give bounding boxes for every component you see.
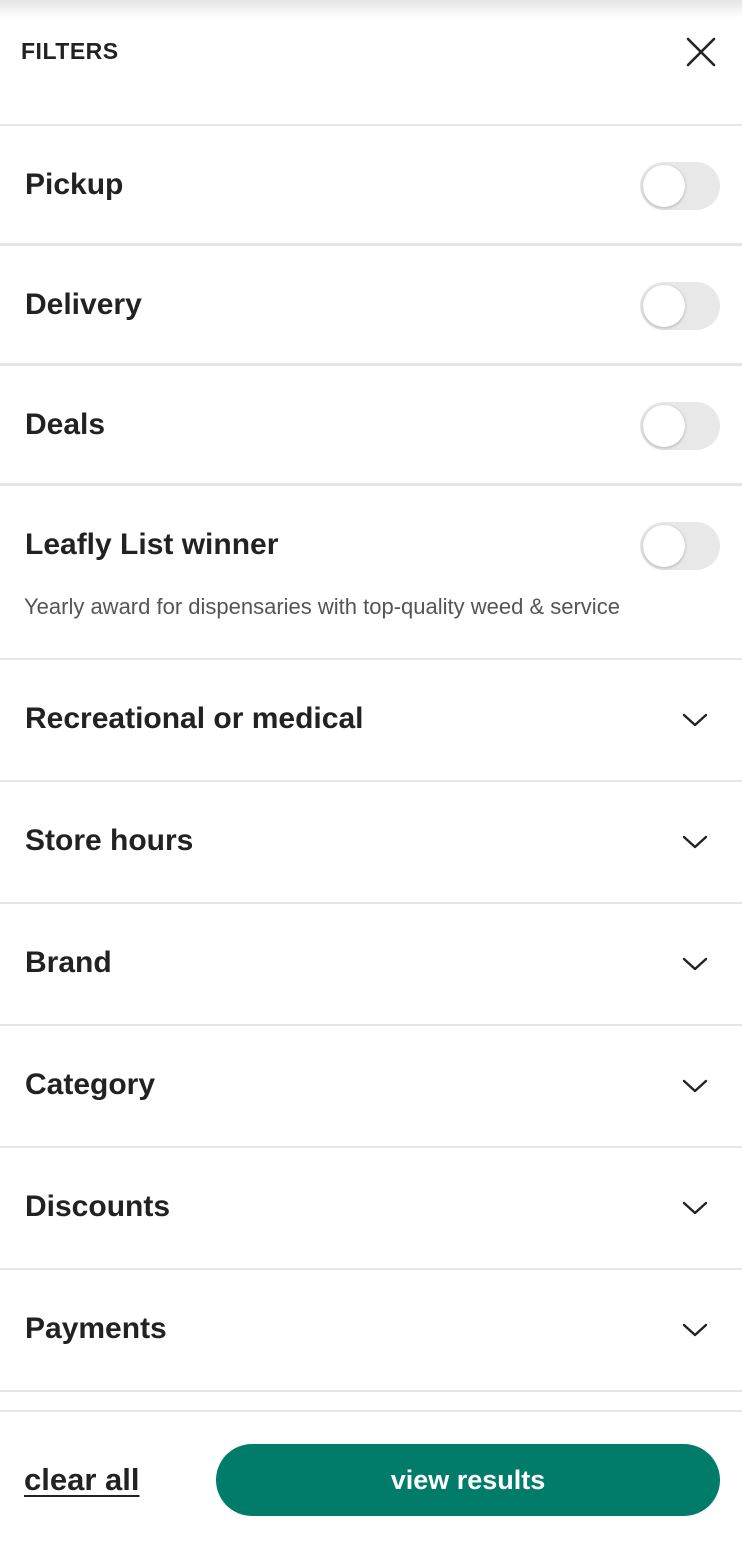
deals-toggle[interactable] (640, 402, 720, 450)
chevron-down-icon (680, 708, 710, 732)
filter-label-deals: Deals (25, 408, 106, 441)
section-payments[interactable]: Payments (0, 1270, 742, 1392)
section-discounts[interactable]: Discounts (0, 1148, 742, 1270)
section-recreational-or-medical[interactable]: Recreational or medical (0, 660, 742, 782)
section-category[interactable]: Category (0, 1026, 742, 1148)
section-label: Discounts (25, 1190, 171, 1223)
filters-footer: clear all view results (0, 1410, 742, 1542)
close-icon (686, 37, 716, 67)
chevron-down-icon (680, 1074, 710, 1098)
section-brand[interactable]: Brand (0, 904, 742, 1026)
toggle-knob (643, 405, 685, 447)
filter-row-deals: Deals (0, 366, 742, 486)
section-label: Recreational or medical (25, 702, 364, 735)
delivery-toggle[interactable] (640, 282, 720, 330)
filter-label-pickup: Pickup (25, 168, 124, 201)
filters-header: FILTERS (0, 0, 742, 126)
filter-label-leafly-list: Leafly List winner (25, 528, 279, 561)
clear-all-button[interactable]: clear all (24, 1462, 139, 1498)
close-button[interactable] (681, 32, 721, 72)
pickup-toggle[interactable] (640, 162, 720, 210)
filter-row-delivery: Delivery (0, 246, 742, 366)
filter-row-leafly-list: Leafly List winner Yearly award for disp… (0, 486, 742, 660)
filter-description-leafly-list: Yearly award for dispensaries with top-q… (24, 594, 620, 619)
chevron-down-icon (680, 952, 710, 976)
toggle-knob (643, 525, 685, 567)
section-label: Category (25, 1068, 156, 1101)
leafly-list-toggle[interactable] (640, 522, 720, 570)
section-store-hours[interactable]: Store hours (0, 782, 742, 904)
chevron-down-icon (680, 1318, 710, 1342)
section-label: Brand (25, 946, 112, 979)
page-title: FILTERS (21, 38, 119, 64)
chevron-down-icon (680, 1196, 710, 1220)
view-results-button[interactable]: view results (216, 1444, 720, 1516)
section-label: Store hours (25, 824, 194, 857)
chevron-down-icon (680, 830, 710, 854)
filter-row-pickup: Pickup (0, 126, 742, 246)
filter-label-delivery: Delivery (25, 288, 142, 321)
section-label: Payments (25, 1312, 167, 1345)
toggle-knob (643, 165, 685, 207)
toggle-knob (643, 285, 685, 327)
